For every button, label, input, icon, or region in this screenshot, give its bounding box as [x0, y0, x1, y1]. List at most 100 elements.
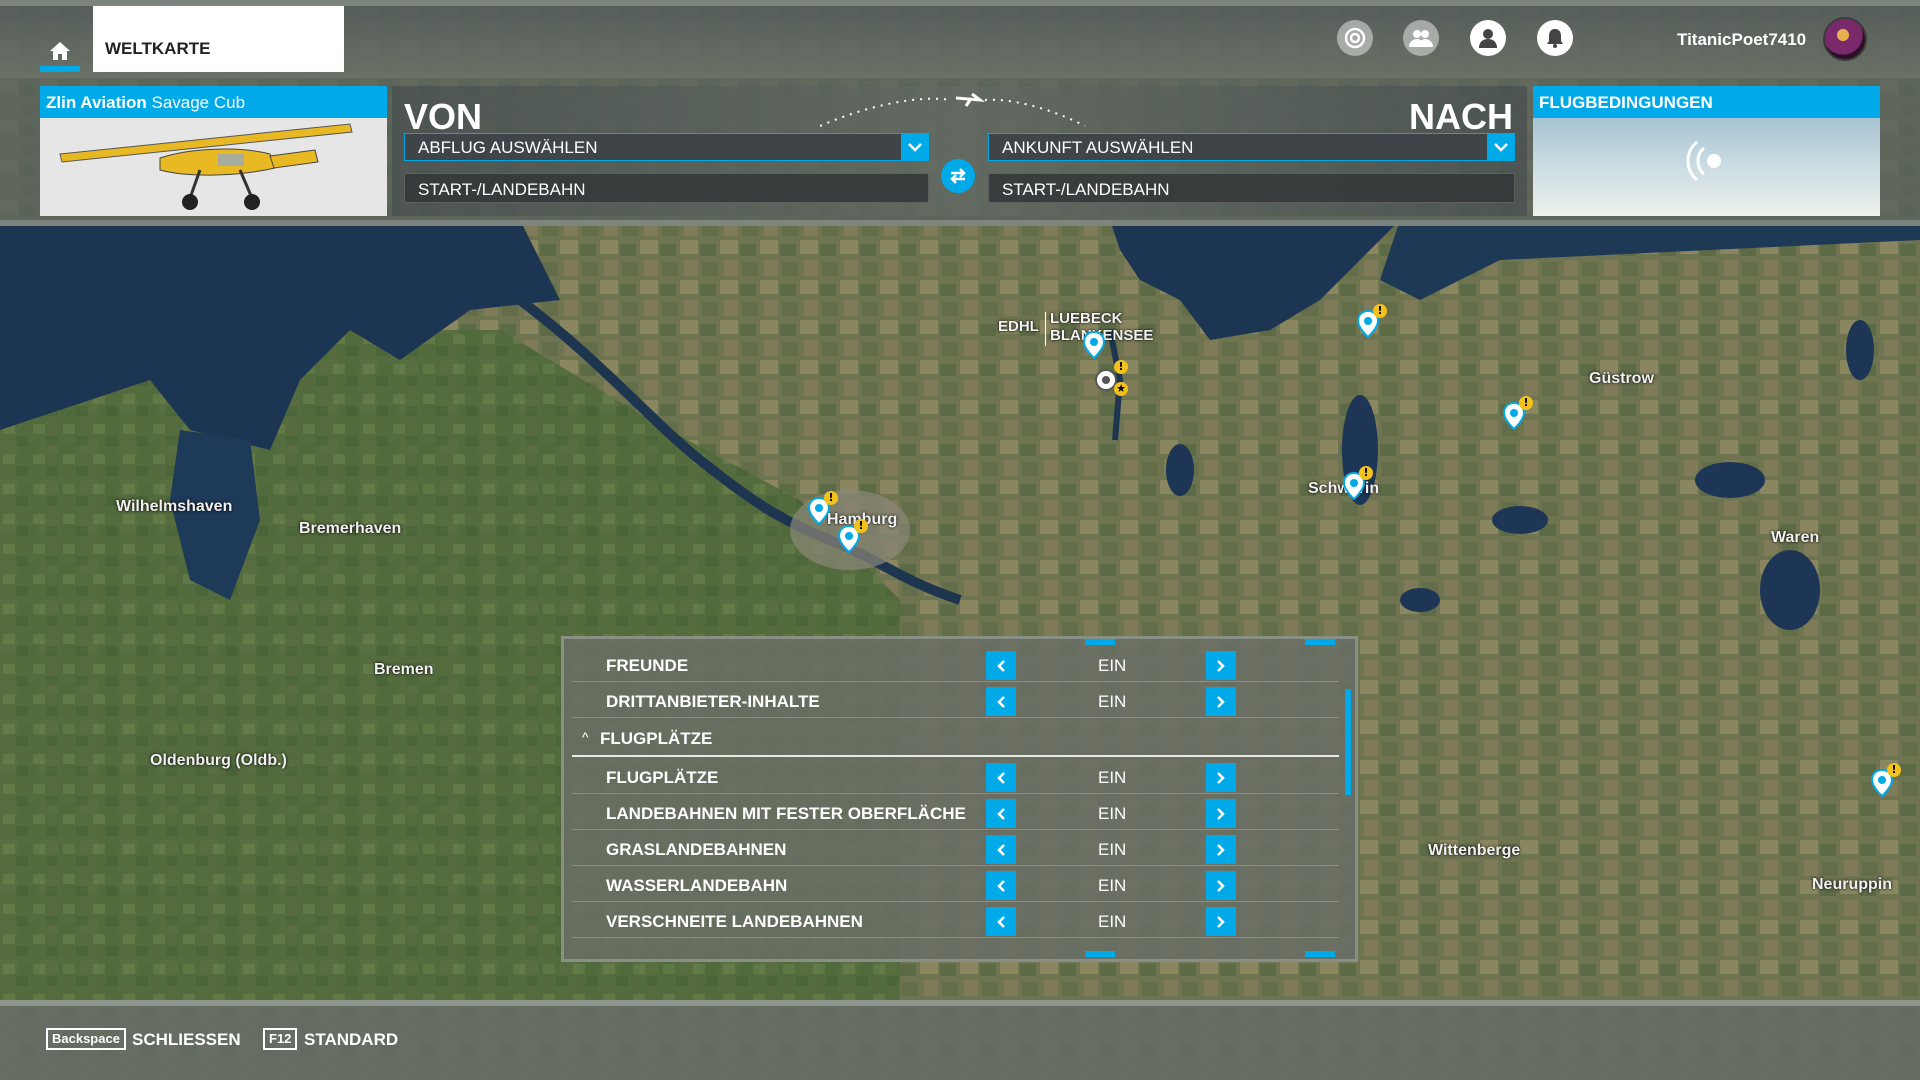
filter-next-button[interactable]: [1206, 871, 1236, 900]
warning-icon: !: [1519, 396, 1533, 410]
chevron-left-icon: [997, 915, 1005, 928]
filter-label: VERSCHNEITE LANDEBAHNEN: [606, 912, 863, 931]
warning-icon: !: [824, 491, 838, 505]
map-filter-panel: FREUNDE EIN DRITTANBIETER-INHALTE EIN ^ …: [561, 636, 1358, 962]
city-label-wilhelmshaven: Wilhelmshaven: [116, 498, 233, 515]
airport-pin-schwerin[interactable]: !: [1342, 466, 1373, 501]
filter-label: DRITTANBIETER-INHALTE: [606, 692, 820, 711]
warning-icon: !: [1373, 304, 1387, 318]
flight-conditions-title: FLUGBEDINGUNGEN: [1533, 86, 1880, 118]
city-label-guestrow: Güstrow: [1589, 370, 1654, 387]
filter-value: EIN: [1098, 876, 1127, 895]
flight-conditions-card[interactable]: FLUGBEDINGUNGEN: [1533, 86, 1880, 216]
warning-icon: !: [854, 519, 868, 533]
swap-route-button[interactable]: [941, 159, 975, 193]
avatar[interactable]: [1823, 17, 1867, 61]
filter-prev-button[interactable]: [986, 799, 1016, 828]
airport-pin-hamburg[interactable]: !: [837, 519, 868, 554]
chevron-down-icon: [1487, 133, 1515, 161]
default-button[interactable]: STANDARD: [304, 1030, 398, 1050]
city-label-wittenberge: Wittenberge: [1428, 842, 1521, 859]
chevron-down-icon: [901, 133, 929, 161]
chevron-up-icon: ^: [582, 729, 589, 745]
city-label-bremerhaven: Bremerhaven: [299, 520, 402, 537]
filter-prev-button[interactable]: [986, 651, 1016, 680]
username[interactable]: TitanicPoet7410: [1677, 30, 1806, 50]
warning-icon: !: [1359, 466, 1373, 480]
user-icon: [1479, 29, 1497, 48]
filter-prev-button[interactable]: [986, 907, 1016, 936]
chevron-right-icon: [1217, 659, 1225, 672]
swap-arrows-icon: [950, 168, 966, 184]
filter-value: EIN: [1098, 840, 1127, 859]
filter-prev-button[interactable]: [986, 687, 1016, 716]
filter-row-snowy-runways: VERSCHNEITE LANDEBAHNEN EIN: [572, 903, 1339, 938]
arrival-runway-select[interactable]: START-/LANDEBAHN: [988, 173, 1515, 203]
aircraft-image: [40, 118, 387, 216]
arrival-select[interactable]: ANKUNFT AUSWÄHLEN: [988, 133, 1515, 161]
filter-prev-button[interactable]: [986, 871, 1016, 900]
airport-pin-hamburg-west[interactable]: !: [807, 491, 838, 526]
airport-pin-east[interactable]: !: [1870, 763, 1901, 798]
aircraft-card[interactable]: Zlin Aviation Savage Cub: [40, 86, 387, 216]
filter-next-button[interactable]: [1206, 835, 1236, 864]
filter-label: WASSERLANDEBAHN: [606, 876, 788, 895]
bottom-bar: Backspace SCHLIESSEN F12 STANDARD: [0, 1000, 1920, 1080]
filter-row-airfields: FLUGPLÄTZE EIN: [572, 759, 1339, 794]
scroll-cap-right-bottom: [1305, 951, 1335, 957]
aircraft-model: Savage Cub: [151, 93, 246, 112]
filter-value: EIN: [1098, 804, 1127, 823]
airport-pin-north[interactable]: !: [1356, 304, 1387, 339]
city-label-waren: Waren: [1771, 529, 1820, 546]
live-weather-icon: [1686, 140, 1721, 182]
filter-section-airfields[interactable]: ^ FLUGPLÄTZE: [572, 719, 1339, 757]
route-panel: VON NACH ABFLUG AUSWÄHLEN START-/LANDEBA…: [392, 86, 1527, 216]
filter-label: LANDEBAHNEN MIT FESTER OBERFLÄCHE: [606, 804, 966, 823]
city-label-bremen: Bremen: [374, 661, 434, 678]
close-button[interactable]: SCHLIESSEN: [132, 1030, 241, 1050]
filter-scrollbar[interactable]: [1345, 689, 1351, 795]
flight-bar: Zlin Aviation Savage Cub VON NACH ABFLUG…: [0, 78, 1920, 226]
chevron-right-icon: [1217, 807, 1225, 820]
airport-code-label[interactable]: EDHL: [998, 318, 1039, 335]
section-label: FLUGPLÄTZE: [600, 729, 713, 748]
filter-next-button[interactable]: [1206, 799, 1236, 828]
filter-row-grass-runways: GRASLANDEBAHNEN EIN: [572, 831, 1339, 866]
chevron-left-icon: [997, 843, 1005, 856]
home-icon: [50, 42, 70, 60]
airport-name-line1[interactable]: LUEBECK: [1050, 310, 1123, 327]
aircraft-name: Zlin Aviation Savage Cub: [40, 86, 387, 118]
activity-button[interactable]: [1337, 20, 1373, 56]
filter-value: EIN: [1098, 768, 1127, 787]
f12-key-icon: F12: [263, 1028, 298, 1050]
spiral-icon: [1344, 27, 1366, 49]
city-label-oldenburg: Oldenburg (Oldb.): [150, 752, 287, 769]
flight-path-icon: [820, 92, 1086, 127]
filter-value: EIN: [1098, 656, 1127, 675]
friends-button[interactable]: [1403, 20, 1439, 56]
top-bar: WELTKARTE TitanicPoet7410: [0, 0, 1920, 78]
filter-next-button[interactable]: [1206, 687, 1236, 716]
departure-runway-select[interactable]: START-/LANDEBAHN: [404, 173, 929, 203]
departure-select[interactable]: ABFLUG AUSWÄHLEN: [404, 133, 929, 161]
chevron-right-icon: [1217, 843, 1225, 856]
group-icon: [1409, 30, 1433, 47]
filter-next-button[interactable]: [1206, 763, 1236, 792]
filter-next-button[interactable]: [1206, 907, 1236, 936]
filter-next-button[interactable]: [1206, 651, 1236, 680]
map-pin-icon: [1082, 330, 1106, 360]
filter-prev-button[interactable]: [986, 835, 1016, 864]
filter-label: GRASLANDEBAHNEN: [606, 840, 787, 859]
filter-row-third-party: DRITTANBIETER-INHALTE EIN: [572, 683, 1339, 718]
chevron-right-icon: [1217, 771, 1225, 784]
filter-prev-button[interactable]: [986, 763, 1016, 792]
arrival-select-value: ANKUNFT AUSWÄHLEN: [1002, 138, 1194, 157]
tab-weltkarte[interactable]: WELTKARTE: [93, 6, 344, 72]
airport-pin-luebeck[interactable]: [1082, 330, 1106, 360]
notifications-button[interactable]: [1537, 20, 1573, 56]
poi-pin-luebeck[interactable]: ! ★: [1094, 360, 1128, 396]
scroll-cap-left-bottom: [1085, 951, 1115, 957]
airport-pin-guestrow[interactable]: !: [1502, 396, 1533, 431]
profile-button[interactable]: [1470, 20, 1506, 56]
home-button[interactable]: [40, 30, 80, 72]
